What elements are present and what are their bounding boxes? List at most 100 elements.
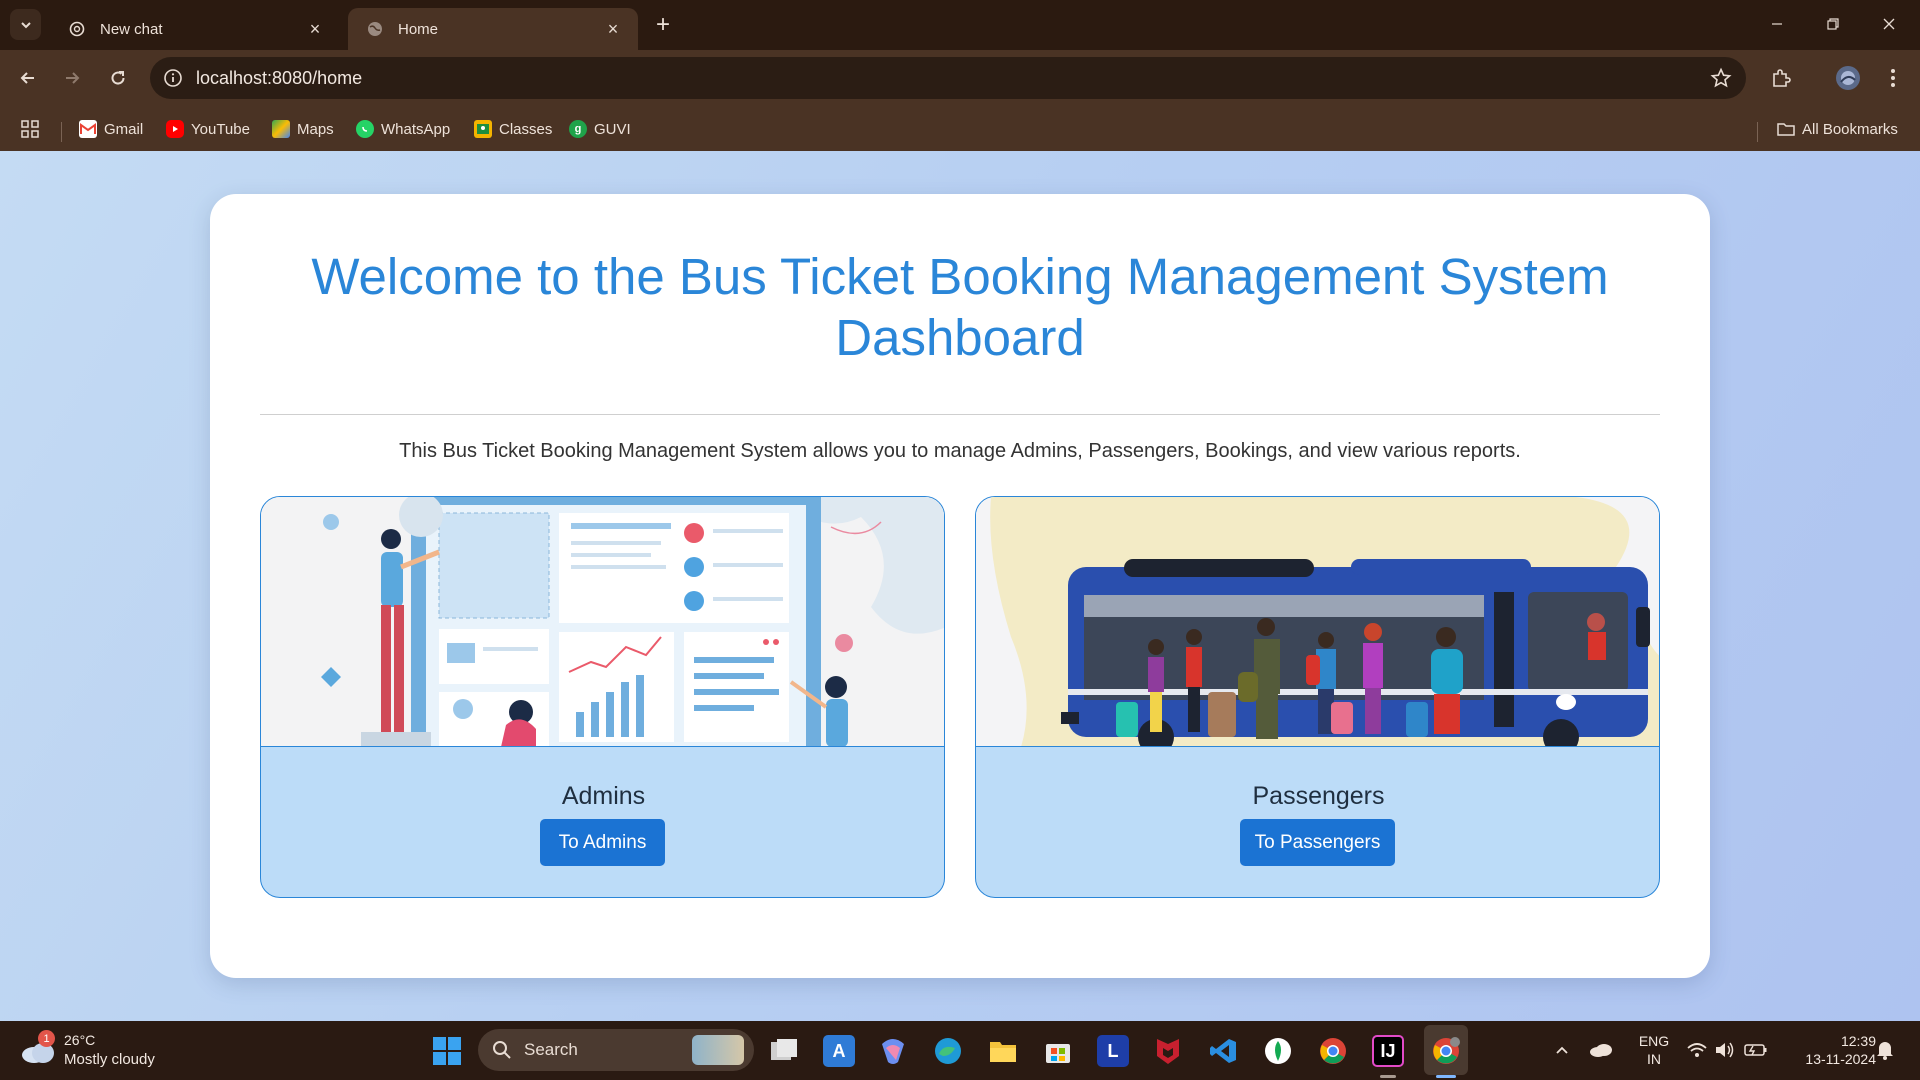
close-window-icon[interactable] [1866, 8, 1912, 40]
url-text[interactable]: localhost:8080/home [196, 68, 362, 89]
clock-time: 12:39 [1840, 1033, 1876, 1049]
all-bookmarks-button[interactable]: All Bookmarks [1777, 116, 1898, 142]
reload-button[interactable] [103, 63, 133, 93]
page-title: Welcome to the Bus Ticket Booking Manage… [210, 246, 1710, 368]
windows-start-icon[interactable] [432, 1036, 462, 1066]
chevron-down-icon [20, 21, 31, 28]
notification-bell-icon[interactable] [1874, 1035, 1896, 1065]
restore-window-icon[interactable] [1810, 8, 1856, 40]
whatsapp-icon [356, 120, 374, 138]
bookmark-star-icon[interactable] [1710, 67, 1732, 89]
bookmark-maps[interactable]: Maps [272, 116, 334, 142]
apps-grid-icon[interactable] [20, 116, 40, 142]
wifi-icon[interactable] [1686, 1035, 1708, 1065]
title-divider [260, 414, 1660, 415]
search-highlight-image [692, 1035, 744, 1065]
globe-icon [366, 20, 384, 38]
bookmark-gmail[interactable]: Gmail [79, 116, 143, 142]
new-tab-button[interactable]: + [650, 11, 676, 38]
clock-date: 13-11-2024 [1805, 1051, 1876, 1067]
reload-icon [111, 71, 125, 85]
guvi-icon: g [569, 120, 587, 138]
forward-button[interactable] [57, 63, 87, 93]
running-indicator [1380, 1075, 1396, 1078]
bookmark-whatsapp[interactable]: WhatsApp [356, 116, 450, 142]
tab-home[interactable]: Home × [348, 8, 638, 50]
volume-icon[interactable] [1714, 1035, 1736, 1065]
close-tab-icon[interactable]: × [602, 18, 624, 40]
bookmark-guvi[interactable]: g GUVI [569, 116, 631, 142]
chatgpt-icon [68, 20, 86, 38]
dashboard-card: Welcome to the Bus Ticket Booking Manage… [210, 194, 1710, 978]
task-view-icon[interactable] [768, 1035, 800, 1067]
app-store-pen-icon[interactable]: A [823, 1035, 855, 1067]
to-passengers-button[interactable]: To Passengers [1240, 819, 1395, 866]
search-placeholder: Search [524, 1040, 578, 1059]
youtube-icon [166, 120, 184, 138]
intro-text: This Bus Ticket Booking Management Syste… [399, 440, 1521, 462]
bus-passengers-illustration [976, 497, 1659, 747]
admin-dashboard-illustration [261, 497, 944, 747]
tab-search-button[interactable] [10, 9, 41, 40]
bookmark-label: Classes [499, 120, 553, 138]
taskbar-search[interactable]: Search [478, 1029, 754, 1071]
bookmark-label: Gmail [104, 120, 144, 138]
mcafee-icon[interactable] [1152, 1035, 1184, 1067]
tab-title: New chat [100, 20, 163, 38]
minimize-window-icon[interactable] [1754, 8, 1800, 40]
gmail-icon [79, 120, 97, 138]
bookmark-youtube[interactable]: YouTube [166, 116, 250, 142]
chrome-profile-icon[interactable] [1430, 1035, 1462, 1067]
profile-avatar[interactable] [1834, 64, 1862, 92]
classes-icon [474, 120, 492, 138]
address-bar[interactable]: localhost:8080/home [150, 57, 1746, 99]
arrow-right-icon [66, 72, 80, 84]
arrow-left-icon [20, 72, 34, 84]
edge-icon[interactable] [932, 1035, 964, 1067]
weather-widget[interactable]: 1 26°C Mostly cloudy [20, 1030, 200, 1070]
language-code: ENG [1638, 1033, 1670, 1049]
page-title-line-1: Welcome to the Bus Ticket Booking Manage… [311, 248, 1609, 305]
bookmark-label: Maps [297, 120, 334, 138]
bookmark-label: WhatsApp [381, 120, 451, 138]
mongodb-compass-icon[interactable] [1262, 1035, 1294, 1067]
weather-temperature: 26°C [64, 1032, 96, 1048]
l-app-icon[interactable]: L [1097, 1035, 1129, 1067]
show-hidden-icons-chevron-icon[interactable] [1552, 1035, 1572, 1065]
bookmark-separator [61, 122, 62, 142]
microsoft-store-icon[interactable] [1042, 1035, 1074, 1067]
weather-description: Mostly cloudy [64, 1051, 155, 1068]
maps-icon [272, 120, 290, 138]
admins-card: Admins To Admins [260, 496, 945, 898]
extensions-icon[interactable] [1767, 64, 1795, 92]
bookmark-label: GUVI [594, 120, 631, 138]
browser-tab-strip: New chat × Home × + [0, 0, 1920, 50]
copilot-icon[interactable] [877, 1035, 909, 1067]
page-title-line-2: Dashboard [835, 309, 1085, 366]
to-admins-button[interactable]: To Admins [540, 819, 665, 866]
clock[interactable]: 12:39 13-11-2024 [1780, 1032, 1876, 1068]
site-info-icon[interactable] [163, 68, 183, 88]
close-tab-icon[interactable]: × [304, 18, 326, 40]
taskbar: 1 26°C Mostly cloudy Search A L IJ ENG I… [0, 1021, 1920, 1080]
bookmarks-bar: Gmail YouTube Maps WhatsApp Classes g GU… [0, 108, 1920, 150]
menu-kebab-icon[interactable] [1879, 64, 1907, 92]
active-indicator [1436, 1075, 1456, 1078]
tab-new-chat[interactable]: New chat × [50, 8, 340, 50]
intellij-idea-icon[interactable]: IJ [1372, 1035, 1404, 1067]
battery-icon[interactable] [1744, 1035, 1768, 1065]
language-indicator[interactable]: ENG IN [1634, 1032, 1674, 1068]
passengers-title: Passengers [1252, 782, 1385, 810]
folder-icon [1777, 120, 1795, 138]
all-bookmarks-label: All Bookmarks [1802, 120, 1898, 138]
back-button[interactable] [13, 63, 43, 93]
chrome-icon[interactable] [1317, 1035, 1349, 1067]
file-explorer-icon[interactable] [987, 1035, 1019, 1067]
bookmark-separator [1757, 122, 1758, 142]
bookmark-label: YouTube [191, 120, 250, 138]
search-icon [493, 1041, 511, 1059]
onedrive-cloud-icon[interactable] [1588, 1035, 1614, 1065]
vscode-icon[interactable] [1207, 1035, 1239, 1067]
bookmark-classes[interactable]: Classes [474, 116, 552, 142]
region-code: IN [1647, 1051, 1661, 1067]
